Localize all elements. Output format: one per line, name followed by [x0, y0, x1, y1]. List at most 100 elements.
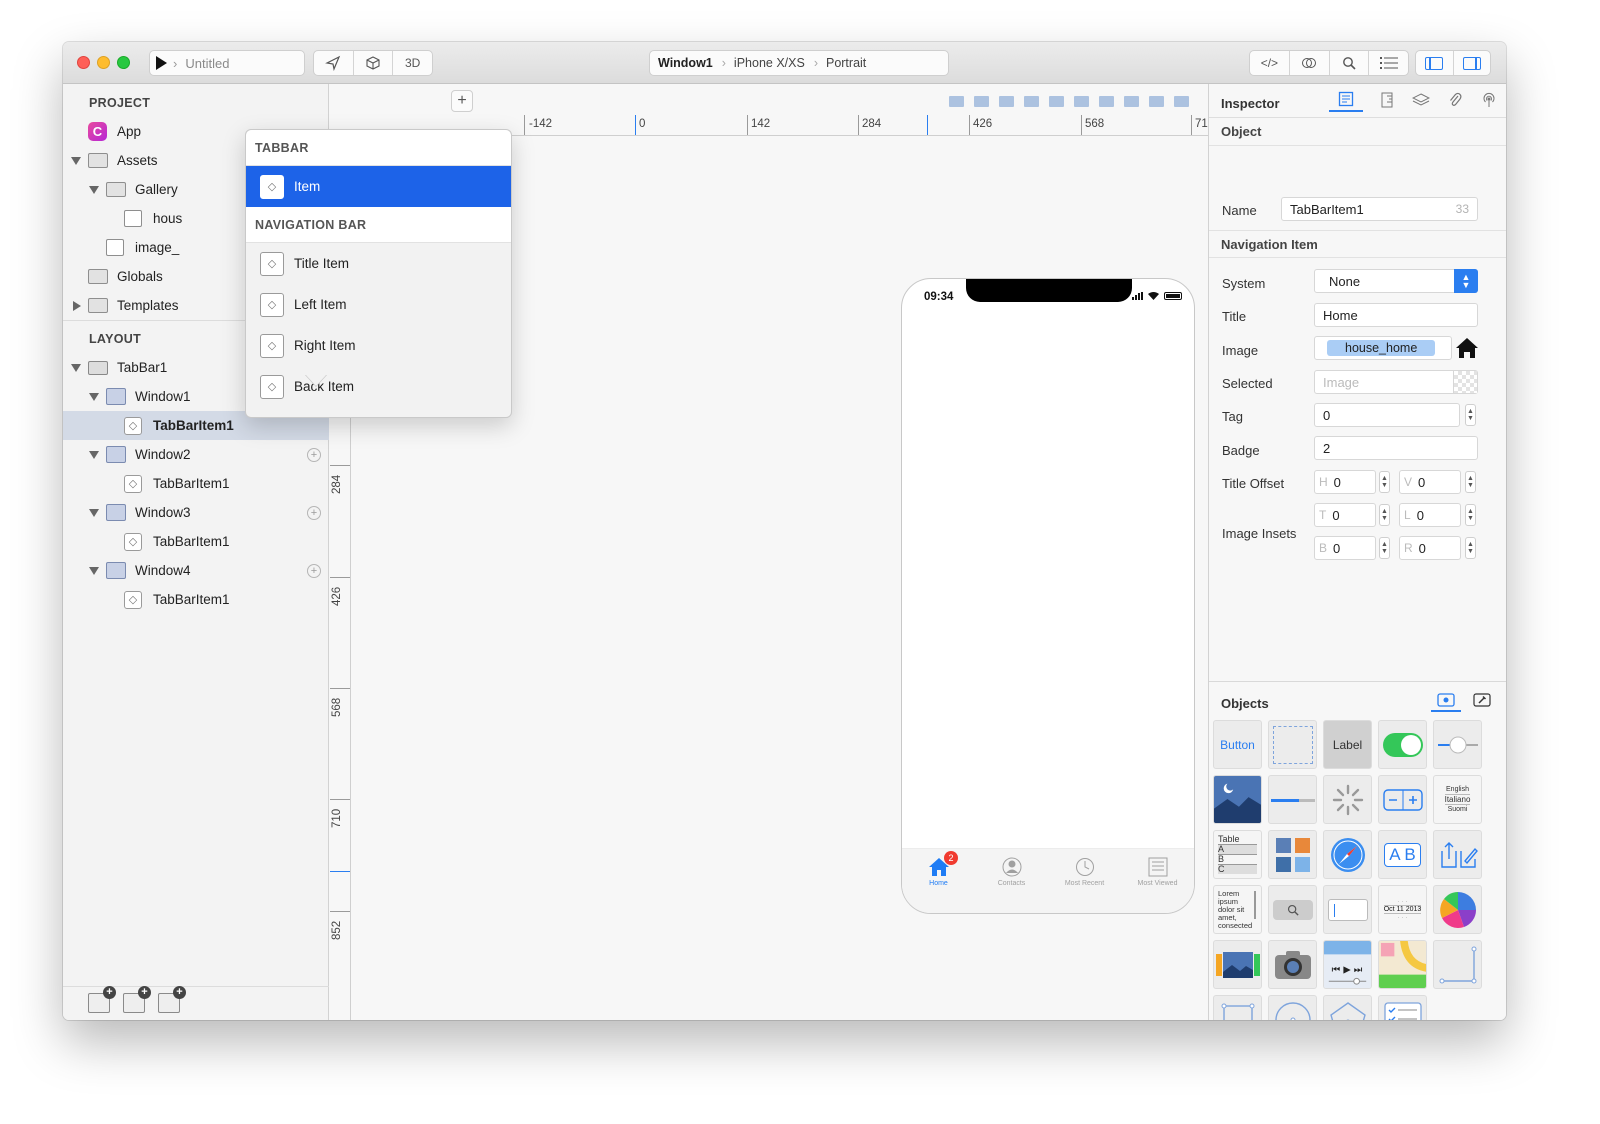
add-window-button[interactable]: [88, 986, 116, 1013]
tag-stepper[interactable]: ▲ ▼: [1465, 404, 1476, 426]
object-switch[interactable]: [1378, 720, 1427, 769]
object-chart[interactable]: [1433, 885, 1482, 934]
object-label[interactable]: Label: [1323, 720, 1372, 769]
tab-layers[interactable]: [1411, 88, 1431, 112]
view-3d-button[interactable]: 3D: [393, 51, 432, 75]
align-tool-icon[interactable]: [1149, 95, 1164, 107]
disclosure-right-icon[interactable]: [73, 300, 81, 311]
breadcrumb-window[interactable]: Window1: [658, 56, 713, 70]
system-select[interactable]: None ▲ ▼: [1314, 269, 1478, 293]
align-tool-icon[interactable]: [1049, 95, 1064, 107]
tab-signal[interactable]: [1479, 88, 1499, 112]
insets-r-field[interactable]: R 0: [1399, 536, 1461, 560]
toggle-left-panel-button[interactable]: [1416, 51, 1454, 75]
add-item-button[interactable]: +: [307, 448, 321, 462]
object-rectangle[interactable]: [1213, 995, 1262, 1020]
add-item-button[interactable]: +: [307, 506, 321, 520]
object-segmented-control[interactable]: A B: [1378, 830, 1427, 879]
preview-button[interactable]: [1290, 51, 1330, 75]
object-collection-view[interactable]: [1268, 830, 1317, 879]
align-tool-icon[interactable]: [1099, 95, 1114, 107]
tree-item-tabbaritem1-window3[interactable]: ◇ TabBarItem1: [63, 527, 329, 556]
insets-t-stepper[interactable]: ▲ ▼: [1379, 504, 1390, 526]
minimize-window-button[interactable]: [97, 56, 110, 69]
tab-most-recent[interactable]: Most Recent: [1048, 849, 1121, 913]
object-polygon[interactable]: [1323, 995, 1372, 1020]
object-text-field[interactable]: [1323, 885, 1372, 934]
object-form[interactable]: [1378, 995, 1427, 1020]
object-date-picker[interactable]: · · · Oct 11 2013 · · ·: [1378, 885, 1427, 934]
insets-b-stepper[interactable]: ▲ ▼: [1379, 537, 1390, 559]
popup-item-back-item[interactable]: ◇ Back Item: [246, 366, 511, 407]
tree-item-window2[interactable]: Window2 +: [63, 440, 329, 469]
add-item-button[interactable]: +: [307, 564, 321, 578]
offset-h-stepper[interactable]: ▲ ▼: [1379, 471, 1390, 493]
object-stepper[interactable]: [1378, 775, 1427, 824]
object-search-bar[interactable]: [1268, 885, 1317, 934]
object-button[interactable]: Button: [1213, 720, 1262, 769]
add-tabbar-button[interactable]: [123, 986, 151, 1013]
breadcrumb-orientation[interactable]: Portrait: [826, 56, 866, 70]
popup-item-tabbar-item[interactable]: ◇ Item: [246, 166, 511, 207]
insets-b-field[interactable]: B 0: [1314, 536, 1376, 560]
add-asset-button[interactable]: [158, 986, 186, 1013]
disclosure-down-icon[interactable]: [89, 566, 99, 575]
popup-item-right-item[interactable]: ◇ Right Item: [246, 325, 511, 366]
offset-v-stepper[interactable]: ▲ ▼: [1465, 471, 1476, 493]
insets-l-field[interactable]: L 0: [1399, 503, 1461, 527]
code-button[interactable]: </>: [1250, 51, 1290, 75]
object-line[interactable]: [1433, 940, 1482, 989]
selected-image-field[interactable]: Image: [1314, 370, 1478, 394]
add-button[interactable]: +: [451, 90, 473, 112]
breadcrumb-device[interactable]: iPhone X/XS: [734, 56, 805, 70]
object-oval[interactable]: [1268, 995, 1317, 1020]
name-field[interactable]: TabBarItem1 33: [1281, 197, 1478, 221]
tab-size[interactable]: [1377, 88, 1397, 112]
align-tool-icon[interactable]: [949, 95, 964, 107]
object-image-gallery[interactable]: [1213, 940, 1262, 989]
disclosure-down-icon[interactable]: [89, 450, 99, 459]
object-progress-view[interactable]: [1268, 775, 1317, 824]
disclosure-down-icon[interactable]: [89, 392, 99, 401]
cube-view-button[interactable]: [354, 51, 394, 75]
insets-t-field[interactable]: T 0: [1314, 503, 1376, 527]
image-field[interactable]: house_home: [1314, 336, 1452, 360]
object-web-view[interactable]: [1323, 830, 1372, 879]
close-window-button[interactable]: [77, 56, 90, 69]
object-image-view[interactable]: [1213, 775, 1262, 824]
search-button[interactable]: [1330, 51, 1370, 75]
select-arrows-icon[interactable]: ▲ ▼: [1454, 269, 1478, 293]
popup-item-title-item[interactable]: ◇ Title Item: [246, 243, 511, 284]
send-button[interactable]: [314, 51, 354, 75]
phone-preview[interactable]: 09:34 2 Home Contacts Most Recent Most V…: [901, 278, 1195, 914]
align-tool-icon[interactable]: [999, 95, 1014, 107]
tab-most-viewed[interactable]: Most Viewed: [1121, 849, 1194, 913]
disclosure-down-icon[interactable]: [71, 363, 81, 372]
title-field[interactable]: Home: [1314, 303, 1478, 327]
tab-attachments[interactable]: [1445, 88, 1465, 112]
toggle-right-panel-button[interactable]: [1454, 51, 1491, 75]
align-tool-icon[interactable]: [1124, 95, 1139, 107]
badge-field[interactable]: 2: [1314, 436, 1478, 460]
tab-home[interactable]: 2 Home: [902, 849, 975, 913]
object-map-view[interactable]: [1378, 940, 1427, 989]
object-slider[interactable]: [1433, 720, 1482, 769]
object-text-view[interactable]: Lorem ipsum dolor sit amet, consected: [1213, 885, 1262, 934]
disclosure-down-icon[interactable]: [89, 185, 99, 194]
object-media-player[interactable]: ⏮ ▶ ⏭: [1323, 940, 1372, 989]
popup-item-left-item[interactable]: ◇ Left Item: [246, 284, 511, 325]
tree-item-tabbaritem1-window4[interactable]: ◇ TabBarItem1: [63, 585, 329, 614]
tab-objects[interactable]: [1431, 690, 1461, 712]
run-scheme-control[interactable]: › Untitled: [149, 50, 305, 76]
object-table-view[interactable]: Table A B C: [1213, 830, 1262, 879]
align-tool-icon[interactable]: [1074, 95, 1089, 107]
disclosure-down-icon[interactable]: [89, 508, 99, 517]
zoom-window-button[interactable]: [117, 56, 130, 69]
insets-r-stepper[interactable]: ▲ ▼: [1465, 537, 1476, 559]
disclosure-down-icon[interactable]: [71, 156, 81, 165]
object-activity-indicator[interactable]: [1323, 775, 1372, 824]
align-tool-icon[interactable]: [1024, 95, 1039, 107]
tag-field[interactable]: 0: [1314, 403, 1460, 427]
object-camera[interactable]: [1268, 940, 1317, 989]
offset-v-field[interactable]: V 0: [1399, 470, 1461, 494]
